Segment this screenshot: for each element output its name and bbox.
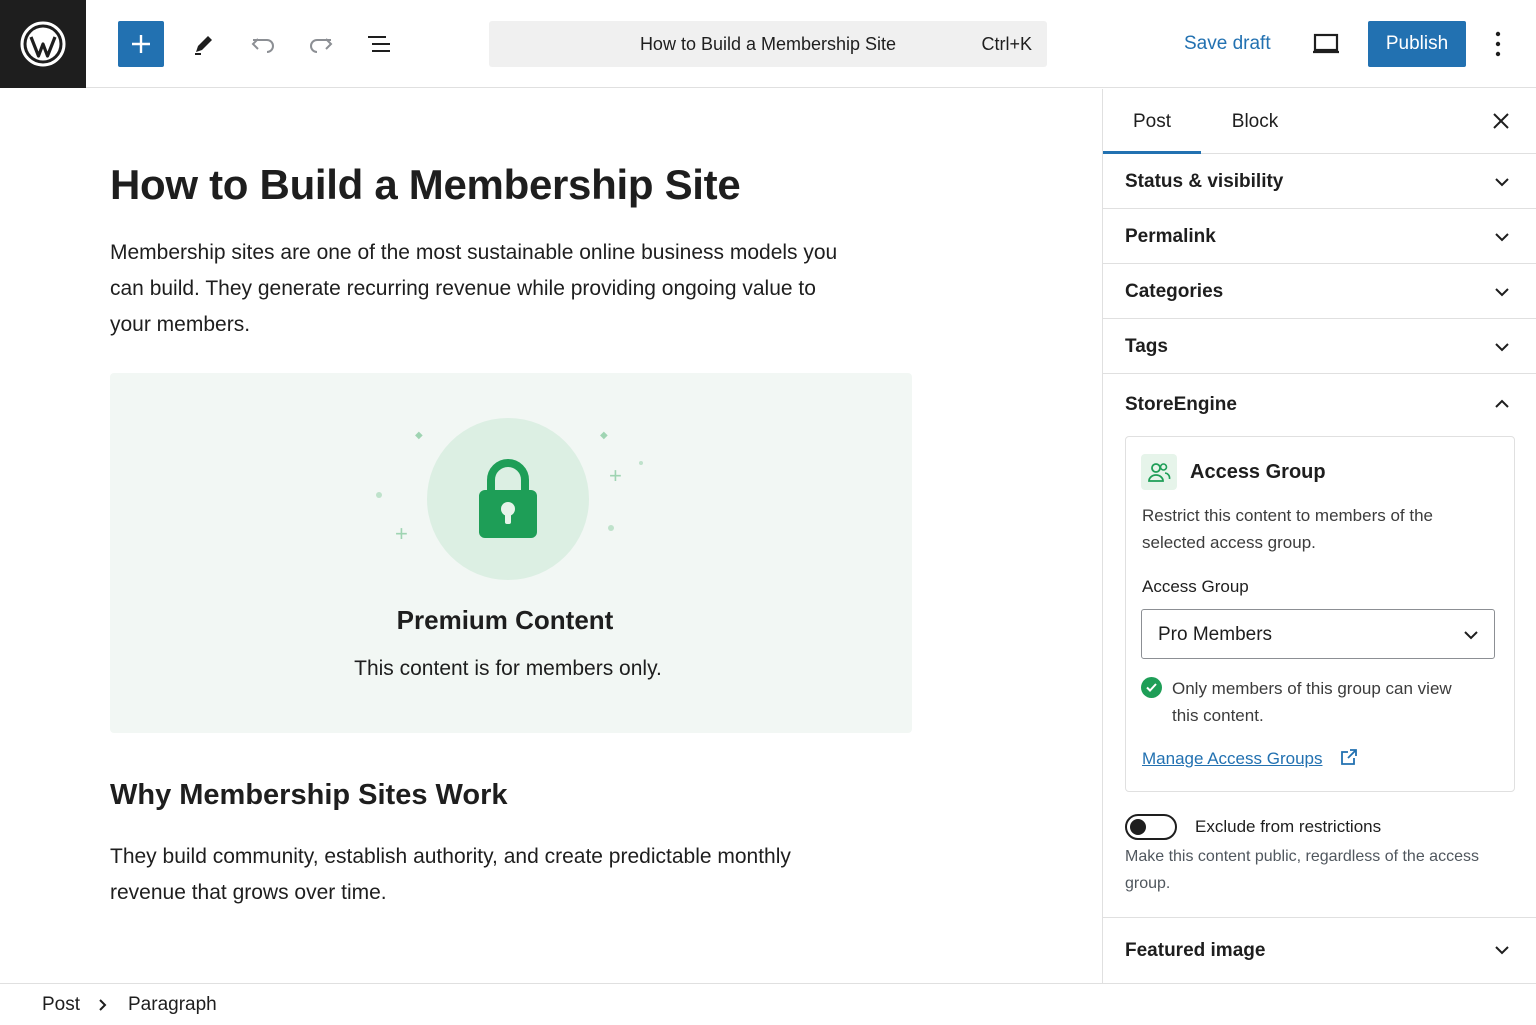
- document-title: How to Build a Membership Site: [639, 34, 897, 54]
- intro-paragraph[interactable]: Membership sites are one of the most sus…: [110, 235, 850, 343]
- panel-title: Featured image: [1125, 940, 1266, 961]
- toggle-knob: [1130, 819, 1146, 835]
- access-group-select[interactable]: Pro Members: [1141, 609, 1495, 659]
- command-palette-button[interactable]: How to Build a Membership Site Ctrl+K: [489, 21, 1047, 67]
- wordpress-logo-button[interactable]: [0, 0, 86, 88]
- chevron-right-icon: [99, 999, 107, 1011]
- list-view-button[interactable]: [356, 21, 402, 67]
- tab-block[interactable]: Block: [1209, 89, 1301, 154]
- panel-status-visibility[interactable]: Status & visibility: [1103, 154, 1536, 209]
- block-breadcrumb: Post Paragraph: [0, 983, 1536, 1024]
- premium-content-title: Premium Content: [396, 605, 614, 635]
- redo-button[interactable]: [298, 21, 344, 67]
- panel-tags[interactable]: Tags: [1103, 319, 1536, 374]
- sparkle-dot: [639, 461, 643, 465]
- sidebar-tabs: Post Block: [1103, 89, 1536, 154]
- post-title[interactable]: How to Build a Membership Site: [110, 161, 741, 209]
- panel-featured-image[interactable]: Featured image: [1103, 918, 1536, 983]
- lock-badge: [427, 418, 589, 580]
- access-notice-text: Only members of this group can view this…: [1172, 679, 1452, 725]
- chevron-down-icon: [1495, 946, 1509, 955]
- panel-title: Categories: [1125, 281, 1224, 302]
- manage-access-groups-link[interactable]: Manage Access Groups: [1142, 749, 1322, 769]
- exclude-restrictions-help: Make this content public, regardless of …: [1125, 848, 1479, 892]
- list-view-icon: [368, 36, 390, 52]
- desktop-preview-icon: [1313, 33, 1339, 54]
- access-group-title: Access Group: [1190, 461, 1326, 483]
- access-group-description: Restrict this content to members of the …: [1142, 506, 1434, 552]
- settings-sidebar: Post Block Status & visibility Permalink…: [1102, 89, 1536, 983]
- lock-icon: [479, 459, 537, 538]
- premium-content-subtitle: This content is for members only.: [354, 657, 662, 680]
- sparkle-dot: [608, 525, 614, 531]
- editor-canvas: How to Build a Membership Site Membershi…: [0, 89, 1102, 983]
- sparkle-icon: ◆: [600, 430, 608, 441]
- pencil-icon: [195, 36, 212, 55]
- preview-button[interactable]: [1303, 21, 1349, 67]
- keyboard-shortcut: Ctrl+K: [981, 34, 1032, 54]
- save-draft-button[interactable]: Save draft: [1172, 21, 1283, 67]
- access-group-selected-value: Pro Members: [1158, 624, 1273, 645]
- body-paragraph[interactable]: They build community, establish authorit…: [110, 839, 850, 911]
- sparkle-plus-icon: +: [395, 521, 408, 546]
- chevron-up-icon: [1495, 399, 1509, 408]
- chevron-down-icon: [1495, 288, 1509, 297]
- access-group-field-label: Access Group: [1142, 577, 1249, 596]
- panel-title: Status & visibility: [1125, 171, 1284, 192]
- wordpress-logo-icon: [20, 21, 66, 67]
- more-vertical-icon: [1495, 31, 1501, 57]
- chevron-down-icon: [1495, 343, 1509, 352]
- sparkle-dot: [376, 492, 382, 498]
- edit-tools-button[interactable]: [181, 21, 227, 67]
- add-block-button[interactable]: [118, 21, 164, 67]
- exclude-restrictions-label: Exclude from restrictions: [1195, 817, 1382, 836]
- redo-icon: [310, 38, 333, 53]
- exclude-restrictions-toggle[interactable]: [1125, 814, 1177, 840]
- section-heading[interactable]: Why Membership Sites Work: [110, 779, 508, 812]
- panel-categories[interactable]: Categories: [1103, 264, 1536, 319]
- chevron-down-icon: [1495, 178, 1509, 187]
- panel-permalink[interactable]: Permalink: [1103, 209, 1536, 264]
- access-group-card: Access Group Restrict this content to me…: [1125, 436, 1515, 792]
- chevron-down-icon: [1464, 631, 1478, 640]
- breadcrumb-paragraph[interactable]: Paragraph: [128, 984, 217, 1025]
- undo-icon: [251, 38, 274, 53]
- undo-button[interactable]: [240, 21, 286, 67]
- panel-title: Tags: [1125, 336, 1168, 357]
- users-icon-badge: [1141, 454, 1177, 490]
- premium-content-block[interactable]: ◆ ◆ + + Premium Content This content is …: [110, 373, 912, 733]
- plus-icon: [132, 35, 150, 53]
- sparkle-plus-icon: +: [609, 463, 622, 488]
- panel-title: Permalink: [1125, 226, 1216, 247]
- options-menu-button[interactable]: [1480, 21, 1516, 67]
- chevron-down-icon: [1495, 233, 1509, 242]
- editor-header: How to Build a Membership Site Ctrl+K Sa…: [0, 0, 1536, 88]
- external-link-icon[interactable]: [1340, 748, 1358, 766]
- panel-title: StoreEngine: [1125, 394, 1237, 415]
- breadcrumb-post[interactable]: Post: [42, 984, 80, 1025]
- close-icon: [1493, 113, 1509, 129]
- close-sidebar-button[interactable]: [1483, 103, 1519, 139]
- check-circle-icon: [1141, 677, 1162, 698]
- users-icon: [1148, 463, 1171, 482]
- panel-storeengine-toggle[interactable]: StoreEngine: [1103, 374, 1536, 434]
- sparkle-icon: ◆: [415, 430, 423, 441]
- publish-button[interactable]: Publish: [1368, 21, 1466, 67]
- tab-post[interactable]: Post: [1103, 89, 1201, 154]
